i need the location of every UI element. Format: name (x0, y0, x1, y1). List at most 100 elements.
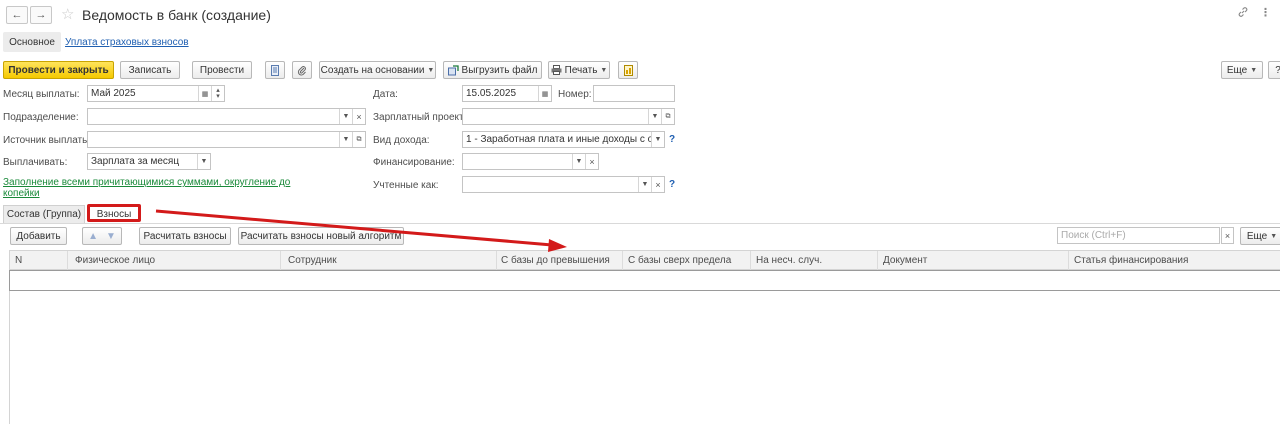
open-icon[interactable]: ⧉ (352, 132, 365, 147)
pay-value: Зарплата за месяц (91, 156, 180, 167)
salary-project-field[interactable]: ▼ ⧉ (462, 108, 675, 125)
calculate-contributions-button[interactable]: Расчитать взносы (139, 227, 231, 245)
calculate-contributions-new-button[interactable]: Расчитать взносы новый алгоритм (238, 227, 404, 245)
chevron-down-icon: ▼ (1270, 232, 1278, 240)
month-value: Май 2025 (91, 88, 136, 99)
chevron-down-icon[interactable]: ▼ (339, 132, 352, 147)
export-file-label: Выгрузить файл (461, 64, 538, 76)
printer-icon (551, 65, 562, 75)
pay-field[interactable]: Зарплата за месяц ▼ (87, 153, 211, 170)
section-main-label: Основное (9, 36, 55, 48)
accounted-label: Учтенные как: (373, 180, 439, 191)
column-separator (877, 251, 878, 270)
more-button[interactable]: Еще ▼ (1221, 61, 1263, 79)
help-icon[interactable]: ? (669, 179, 675, 190)
move-down-icon[interactable]: ▼ (106, 231, 116, 242)
column-separator (622, 251, 623, 270)
chevron-down-icon: ▼ (600, 66, 608, 74)
forward-button[interactable]: → (30, 6, 52, 24)
calendar-icon[interactable]: ▦ (538, 86, 551, 101)
tab-composition[interactable]: Состав (Группа) (3, 205, 85, 223)
fill-all-amounts-link[interactable]: Заполнение всеми причитающимися суммами,… (3, 177, 293, 199)
chevron-down-icon[interactable]: ▼ (638, 177, 651, 192)
table-more-button[interactable]: Еще ▼ (1240, 227, 1280, 245)
income-type-field[interactable]: 1 - Заработная плата и иные доходы с огр… (462, 131, 665, 148)
chevron-down-icon[interactable]: ▼ (648, 109, 661, 124)
print-label: Печать (564, 64, 598, 76)
section-insurance-link[interactable]: Уплата страховых взносов (65, 37, 189, 48)
clear-icon[interactable]: × (651, 177, 664, 192)
save-button[interactable]: Записать (120, 61, 180, 79)
date-field[interactable]: 15.05.2025 ▦ (462, 85, 552, 102)
clear-icon[interactable]: × (352, 109, 365, 124)
income-type-label: Вид дохода: (373, 135, 430, 146)
income-type-value: 1 - Заработная плата и иные доходы с огр… (466, 134, 651, 145)
table-row[interactable] (9, 270, 1280, 291)
link-icon[interactable] (1237, 6, 1249, 21)
salary-project-label: Зарплатный проект: (373, 112, 467, 123)
table-more-label: Еще (1246, 230, 1268, 242)
back-arrow-icon: ← (11, 9, 23, 21)
chevron-down-icon[interactable]: ▼ (572, 154, 585, 169)
subdivision-label: Подразделение: (3, 112, 79, 123)
column-separator (496, 251, 497, 270)
column-separator (67, 251, 68, 270)
accounted-field[interactable]: ▼ × (462, 176, 665, 193)
clear-search-icon[interactable]: × (1221, 227, 1234, 244)
open-icon[interactable]: ⧉ (661, 109, 674, 124)
table-body-border (9, 291, 10, 424)
move-buttons[interactable]: ▲ ▼ (82, 227, 122, 245)
column-header[interactable]: Статья финансирования (1074, 255, 1188, 266)
chevron-down-icon[interactable]: ▼ (339, 109, 352, 124)
number-field[interactable] (593, 85, 675, 102)
more-menu-icon[interactable]: ⋮ (1260, 6, 1271, 19)
forward-arrow-icon: → (35, 9, 47, 21)
clear-icon[interactable]: × (585, 154, 598, 169)
page-title: Ведомость в банк (создание) (82, 7, 271, 23)
column-header[interactable]: Физическое лицо (75, 255, 155, 266)
date-value: 15.05.2025 (466, 88, 517, 99)
calendar-icon[interactable]: ▦ (198, 86, 211, 101)
chevron-down-icon: ▼ (1250, 66, 1258, 74)
attachment-icon[interactable] (292, 61, 312, 79)
tab-composition-label: Состав (Группа) (6, 209, 82, 220)
favorite-star-icon[interactable]: ☆ (61, 5, 74, 23)
month-field[interactable]: Май 2025 ▦ ▴ ▾ (87, 85, 225, 102)
column-separator (1068, 251, 1069, 270)
report-icon[interactable] (618, 61, 638, 79)
subdivision-field[interactable]: ▼ × (87, 108, 366, 125)
move-up-icon[interactable]: ▲ (88, 231, 98, 242)
search-input[interactable]: Поиск (Ctrl+F) (1057, 227, 1220, 244)
column-header[interactable]: Документ (883, 255, 927, 266)
month-stepper[interactable]: ▴ ▾ (211, 86, 224, 101)
financing-field[interactable]: ▼ × (462, 153, 599, 170)
number-label: Номер: (558, 89, 592, 100)
source-label: Источник выплаты: (3, 135, 93, 146)
annotation-highlight-box (87, 204, 141, 222)
column-header[interactable]: На несч. случ. (756, 255, 822, 266)
source-field[interactable]: ▼ ⧉ (87, 131, 366, 148)
column-header[interactable]: С базы сверх предела (628, 255, 731, 266)
create-based-on-button[interactable]: Создать на основании ▼ (319, 61, 436, 79)
post-and-close-button[interactable]: Провести и закрыть (3, 61, 114, 79)
chevron-down-icon[interactable]: ▼ (197, 154, 210, 169)
export-icon (447, 64, 459, 75)
help-icon[interactable]: ? (669, 134, 675, 145)
column-header[interactable]: N (15, 255, 22, 266)
financing-label: Финансирование: (373, 157, 455, 168)
column-header[interactable]: С базы до превышения (501, 255, 610, 266)
column-separator (750, 251, 751, 270)
column-header[interactable]: Сотрудник (288, 255, 337, 266)
chevron-down-icon: ▼ (427, 66, 435, 74)
month-label: Месяц выплаты: (3, 89, 80, 100)
post-button[interactable]: Провести (192, 61, 252, 79)
add-button[interactable]: Добавить (10, 227, 67, 245)
date-label: Дата: (373, 89, 398, 100)
chevron-down-icon[interactable]: ▼ (651, 132, 664, 147)
back-button[interactable]: ← (6, 6, 28, 24)
section-main[interactable]: Основное (3, 32, 61, 52)
journal-icon[interactable] (265, 61, 285, 79)
print-button[interactable]: Печать ▼ (548, 61, 610, 79)
export-file-button[interactable]: Выгрузить файл (443, 61, 542, 79)
help-button[interactable]: ? (1268, 61, 1280, 79)
